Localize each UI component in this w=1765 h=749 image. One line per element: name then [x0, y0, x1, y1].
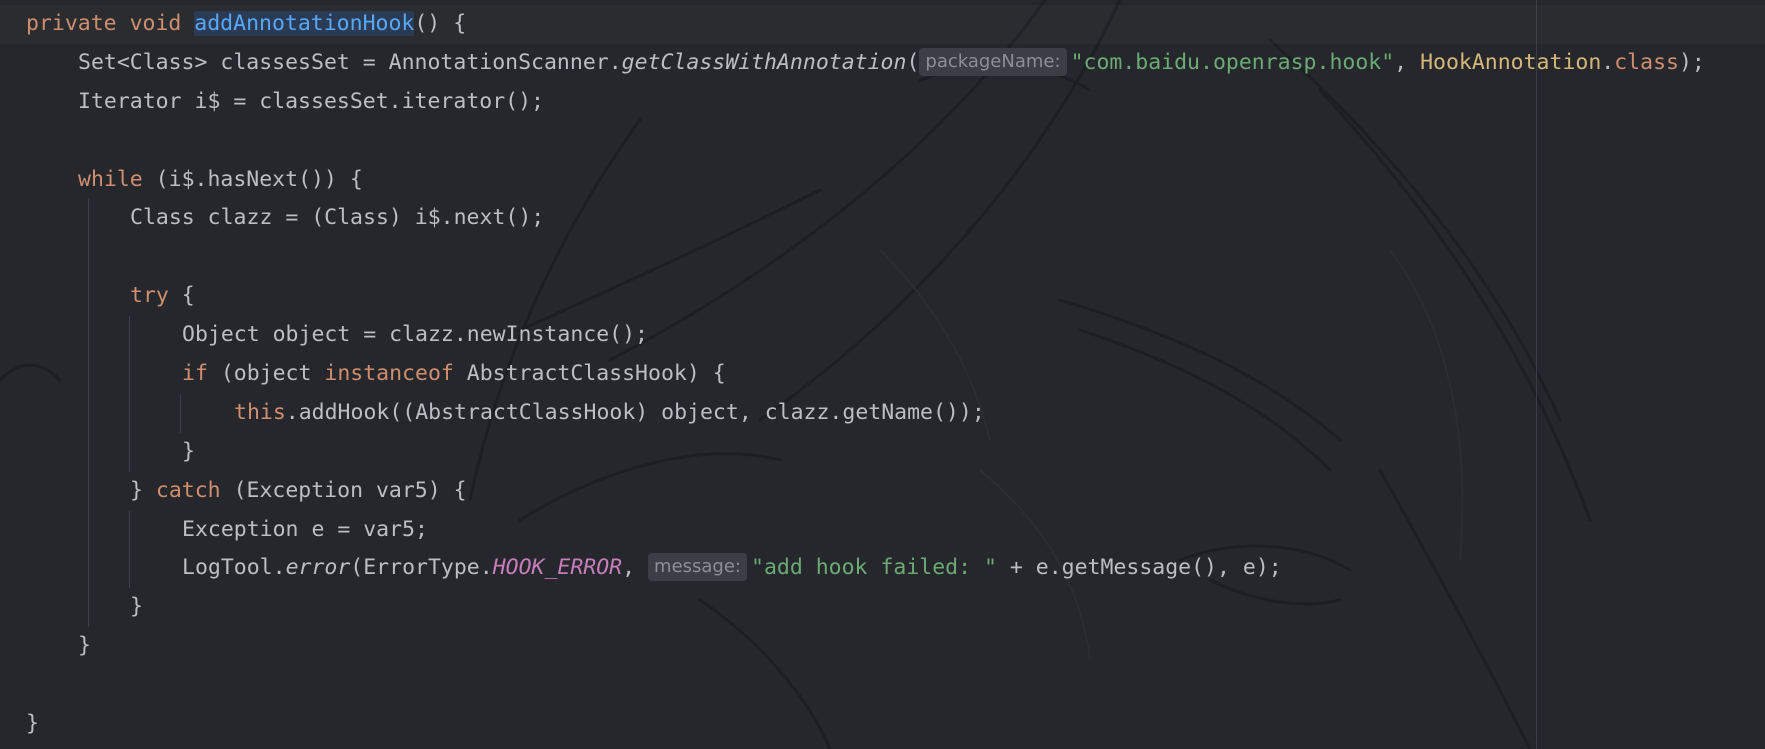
code-line-5-text: while (i$.hasNext()) { — [78, 166, 363, 192]
keyword-catch: catch — [155, 477, 221, 503]
code-line-12-text: } — [182, 438, 195, 464]
indent-guide — [88, 588, 89, 628]
code-line-8-text: try { — [130, 283, 195, 309]
method-name-addAnnotationHook[interactable]: addAnnotationHook — [194, 11, 415, 36]
parameter-hint-message: message: — [648, 553, 747, 582]
keyword-this: this — [234, 399, 286, 425]
indent-guide — [88, 393, 89, 433]
code-line-6-text: Class clazz = (Class) i$.next(); — [130, 205, 545, 231]
static-method-call: error — [285, 555, 351, 581]
code-line-15[interactable]: LogTool.error(ErrorType.HOOK_ERROR, mess… — [0, 549, 1765, 589]
code-line-10-text: if (object instanceof AbstractClassHook)… — [182, 361, 726, 387]
indent-guide — [88, 510, 89, 550]
code-line-17[interactable]: } — [0, 627, 1765, 666]
indent-guide — [129, 393, 130, 433]
static-constant: HOOK_ERROR — [492, 555, 623, 581]
indent-guide — [88, 471, 89, 511]
code-area[interactable]: private void addAnnotationHook() { Set<C… — [0, 5, 1765, 744]
indent-guide — [88, 355, 89, 394]
code-line-18[interactable] — [0, 666, 1765, 705]
code-line-3-text: Iterator i$ = classesSet.iterator(); — [78, 88, 544, 114]
code-line-4[interactable] — [0, 122, 1765, 161]
parameter-hint-packageName: packageName: — [919, 47, 1067, 76]
code-line-16-text: } — [130, 594, 143, 620]
string-literal: "add hook failed: " — [751, 555, 997, 581]
keyword-class: class — [1614, 49, 1679, 75]
code-line-1-text: private void addAnnotationHook() { — [26, 11, 467, 36]
static-method-call: getClassWithAnnotation — [621, 49, 907, 75]
code-line-12[interactable]: } — [0, 432, 1765, 472]
code-line-9[interactable]: Object object = clazz.newInstance(); — [0, 316, 1765, 356]
code-line-9-text: Object object = clazz.newInstance(); — [182, 322, 648, 348]
code-line-8[interactable]: try { — [0, 277, 1765, 317]
code-line-14-text: Exception e = var5; — [182, 516, 428, 542]
code-line-14[interactable]: Exception e = var5; — [0, 510, 1765, 550]
code-line-15-text: LogTool.error(ErrorType.HOOK_ERROR, mess… — [182, 553, 1282, 582]
indent-guide — [129, 355, 130, 394]
keyword-private: private — [26, 11, 117, 36]
indent-guide — [88, 549, 89, 589]
code-line-2[interactable]: Set<Class> classesSet = AnnotationScanne… — [0, 44, 1765, 83]
code-line-11[interactable]: this.addHook((AbstractClassHook) object,… — [0, 393, 1765, 433]
indent-guide — [88, 199, 89, 239]
code-line-6[interactable]: Class clazz = (Class) i$.next(); — [0, 199, 1765, 239]
indent-guide — [180, 393, 181, 433]
code-line-1[interactable]: private void addAnnotationHook() { — [0, 5, 1765, 44]
code-line-19-text: } — [26, 711, 39, 737]
code-line-7[interactable] — [0, 238, 1765, 278]
indent-guide — [88, 238, 89, 278]
indent-guide — [129, 510, 130, 550]
keyword-if: if — [182, 361, 208, 387]
code-line-11-text: this.addHook((AbstractClassHook) object,… — [234, 399, 985, 425]
indent-guide — [129, 549, 130, 589]
indent-guide — [129, 432, 130, 472]
keyword-instanceof: instanceof — [324, 361, 454, 387]
indent-guide — [88, 277, 89, 317]
code-line-16[interactable]: } — [0, 588, 1765, 628]
code-editor[interactable]: private void addAnnotationHook() { Set<C… — [0, 0, 1765, 749]
code-line-13-text: } catch (Exception var5) { — [130, 477, 467, 503]
indent-guide — [88, 432, 89, 472]
code-line-3[interactable]: Iterator i$ = classesSet.iterator(); — [0, 83, 1765, 122]
code-line-13[interactable]: } catch (Exception var5) { — [0, 471, 1765, 511]
keyword-try: try — [130, 283, 169, 309]
annotation-class-reference: HookAnnotation — [1420, 49, 1602, 75]
string-literal: "com.baidu.openrasp.hook" — [1070, 49, 1395, 75]
indent-guide — [88, 316, 89, 356]
code-line-2-text: Set<Class> classesSet = AnnotationScanne… — [78, 47, 1705, 76]
keyword-void: void — [129, 11, 182, 36]
code-line-19[interactable]: } — [0, 705, 1765, 744]
code-line-10[interactable]: if (object instanceof AbstractClassHook)… — [0, 355, 1765, 394]
keyword-while: while — [78, 166, 143, 192]
code-line-17-text: } — [78, 633, 91, 659]
code-line-5[interactable]: while (i$.hasNext()) { — [0, 161, 1765, 200]
indent-guide — [129, 316, 130, 356]
